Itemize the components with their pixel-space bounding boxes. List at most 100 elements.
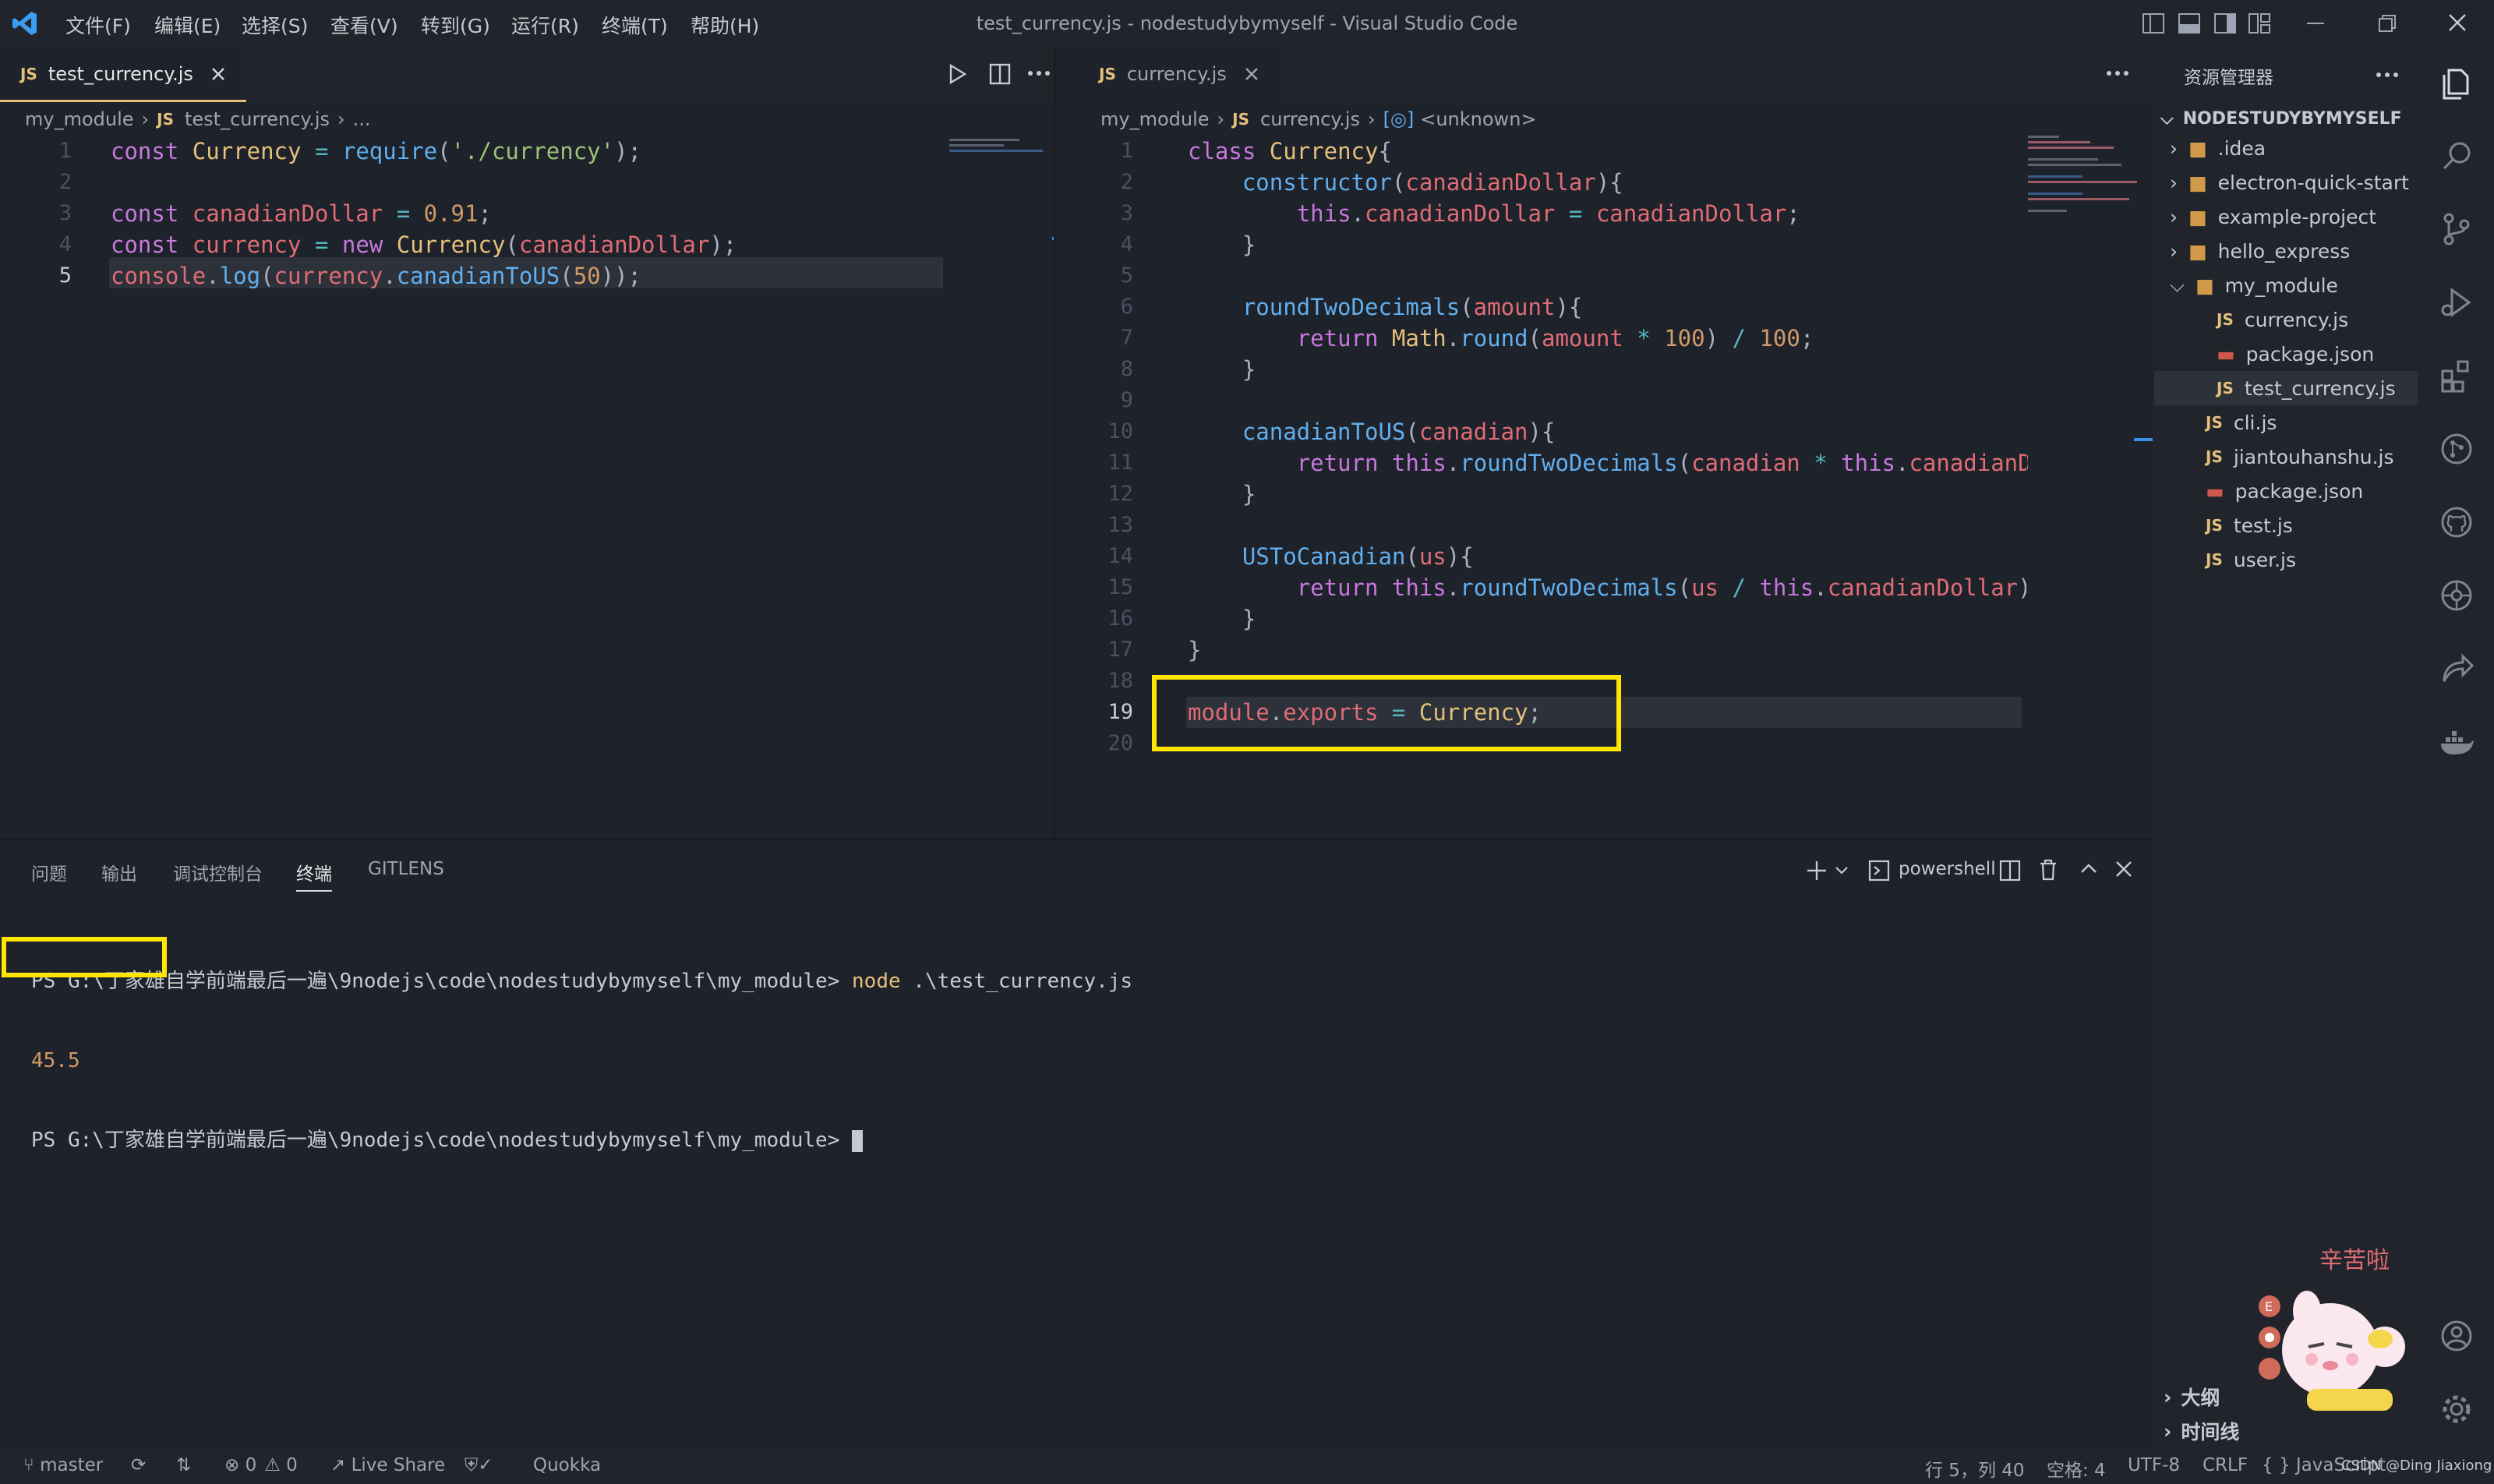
live-share-button[interactable]: ↗ Live Share bbox=[330, 1455, 445, 1475]
tree-item-label: package.json bbox=[2245, 342, 2375, 366]
explorer-more-icon[interactable] bbox=[2376, 70, 2399, 80]
line-number: 4 bbox=[58, 232, 72, 256]
extensions-icon[interactable] bbox=[2438, 357, 2475, 394]
branch-indicator[interactable]: ⑂ master bbox=[23, 1455, 103, 1475]
indentation[interactable]: 空格: 4 bbox=[2047, 1455, 2106, 1482]
github-icon[interactable] bbox=[2438, 504, 2475, 541]
tree-item-currency-js[interactable]: JS currency.js bbox=[2217, 302, 2348, 337]
tree-item-idea[interactable]: › ■ .idea bbox=[2170, 131, 2266, 165]
tab-label: test_currency.js bbox=[48, 63, 193, 85]
toggle-secondary-sidebar-icon[interactable] bbox=[2213, 12, 2237, 34]
breadcrumb-more[interactable]: ... bbox=[353, 108, 371, 130]
toggle-sidebar-icon[interactable] bbox=[2142, 12, 2165, 34]
outline-section[interactable]: › 大纲 bbox=[2164, 1380, 2220, 1414]
chevron-down-icon[interactable] bbox=[1835, 865, 1849, 876]
cursor-position[interactable]: 行 5，列 40 bbox=[1925, 1455, 2025, 1482]
customize-layout-icon[interactable] bbox=[2248, 12, 2271, 34]
account-icon[interactable] bbox=[2438, 1317, 2475, 1355]
tree-item-my-module[interactable]: ⌵ ■ my_module bbox=[2170, 268, 2338, 302]
toggle-panel-icon[interactable] bbox=[2178, 12, 2201, 34]
terminal-command-arg: .\test_currency.js bbox=[900, 970, 1133, 993]
left-minimap[interactable] bbox=[949, 136, 1046, 154]
branch-icon: ⑂ bbox=[23, 1455, 41, 1475]
live-share-icon[interactable] bbox=[2438, 650, 2475, 687]
line-number: 1 bbox=[58, 139, 72, 163]
tab-gitlens[interactable]: GITLENS bbox=[368, 859, 444, 879]
terminal-output[interactable]: PS G:\丁家雄自学前端最后一遍\9nodejs\code\nodestudy… bbox=[31, 915, 1132, 1207]
tree-item-label: package.json bbox=[2234, 479, 2364, 503]
highlight-box-output bbox=[2, 937, 167, 977]
maximize-panel-icon[interactable] bbox=[2079, 860, 2098, 876]
tree-item-example-project[interactable]: › ■ example-project bbox=[2170, 200, 2376, 234]
tree-item-test-js[interactable]: JS test.js bbox=[2206, 508, 2293, 542]
symbol-icon: [◎] bbox=[1383, 108, 1415, 130]
tree-item-label: hello_express bbox=[2217, 239, 2351, 263]
files-icon[interactable] bbox=[2438, 64, 2475, 101]
left-editor-tabbar: JS test_currency.js bbox=[0, 48, 1054, 102]
shell-name[interactable]: powershell bbox=[1899, 859, 1996, 879]
more-actions-icon[interactable] bbox=[2106, 69, 2129, 78]
line-number: 9 bbox=[1120, 388, 1133, 412]
line-number: 3 bbox=[1120, 201, 1133, 225]
line-number: 11 bbox=[1107, 450, 1133, 475]
js-file-icon: JS bbox=[2206, 550, 2223, 569]
trash-icon[interactable] bbox=[2037, 857, 2059, 882]
tab-test-currency[interactable]: JS test_currency.js bbox=[0, 48, 246, 102]
search-icon[interactable] bbox=[2438, 137, 2475, 175]
line-ending[interactable]: CRLF bbox=[2203, 1455, 2248, 1475]
tree-item-hello-express[interactable]: › ■ hello_express bbox=[2170, 234, 2350, 268]
run-file-icon[interactable] bbox=[946, 62, 968, 86]
tree-item-user-js[interactable]: JS user.js bbox=[2206, 542, 2296, 577]
split-terminal-icon[interactable] bbox=[1998, 859, 2022, 882]
tab-problems[interactable]: 问题 bbox=[31, 859, 67, 885]
tree-item-label: .idea bbox=[2217, 136, 2266, 160]
sync-icon[interactable]: ⟳ bbox=[131, 1455, 146, 1475]
folder-icon: ■ bbox=[2195, 274, 2214, 297]
tree-item-package-json[interactable]: ▬ package.json bbox=[2206, 474, 2363, 508]
close-panel-icon[interactable] bbox=[2114, 859, 2134, 879]
title-bar: 文件(F) 编辑(E) 选择(S) 查看(V) 转到(G) 运行(R) 终端(T… bbox=[0, 0, 2494, 48]
right-minimap[interactable] bbox=[2028, 136, 2145, 837]
tab-terminal[interactable]: 终端 bbox=[296, 859, 332, 892]
editor-divider[interactable] bbox=[1054, 48, 1077, 839]
js-file-icon: JS bbox=[157, 110, 174, 129]
close-window-icon[interactable] bbox=[2446, 11, 2469, 34]
docker-icon[interactable] bbox=[2438, 723, 2475, 761]
settings-gear-icon[interactable] bbox=[2438, 1390, 2475, 1428]
new-terminal-icon[interactable] bbox=[1805, 859, 1828, 882]
close-tab-icon[interactable] bbox=[1244, 66, 1259, 82]
timeline-section[interactable]: › 时间线 bbox=[2164, 1414, 2239, 1448]
warning-icon: ⚠ bbox=[264, 1455, 287, 1475]
restore-icon[interactable] bbox=[2376, 12, 2399, 34]
tree-item-cli-js[interactable]: JS cli.js bbox=[2206, 405, 2277, 440]
breadcrumb-file[interactable]: test_currency.js bbox=[185, 108, 330, 130]
tab-debug-console[interactable]: 调试控制台 bbox=[173, 859, 263, 885]
close-tab-icon[interactable] bbox=[210, 66, 226, 82]
encoding[interactable]: UTF-8 bbox=[2128, 1455, 2180, 1475]
quokka-button[interactable]: Quokka bbox=[533, 1455, 601, 1475]
breadcrumb-file[interactable]: currency.js bbox=[1260, 108, 1360, 130]
git-graph-icon[interactable] bbox=[2438, 430, 2475, 468]
tree-item-electron-quick-start[interactable]: › ■ electron-quick-start bbox=[2170, 165, 2409, 200]
breadcrumb-symbol[interactable]: <unknown> bbox=[1420, 108, 1536, 130]
more-actions-icon[interactable] bbox=[1027, 69, 1051, 78]
left-code-editor[interactable]: 1 2 3 4 5 const Currency = require('./curren… bbox=[0, 136, 1076, 837]
right-editor-tabbar: JS currency.js bbox=[1079, 48, 2153, 100]
minimize-icon[interactable] bbox=[2304, 12, 2327, 34]
source-control-icon[interactable] bbox=[2438, 210, 2475, 248]
tab-output[interactable]: 输出 bbox=[101, 859, 137, 885]
breadcrumb-folder[interactable]: my_module bbox=[1100, 108, 1210, 130]
tab-currency[interactable]: JS currency.js bbox=[1079, 48, 1280, 100]
terminal-line-3: PS G:\丁家雄自学前端最后一遍\9nodejs\code\nodestudy… bbox=[31, 1127, 1132, 1154]
tree-item-jiantouhanshu-js[interactable]: JS jiantouhanshu.js bbox=[2206, 440, 2394, 474]
run-debug-icon[interactable] bbox=[2438, 284, 2475, 321]
kubernetes-icon[interactable] bbox=[2438, 577, 2475, 614]
problems-indicator[interactable]: ⊗ 0 ⚠ 0 bbox=[224, 1455, 298, 1475]
tree-item-package-json[interactable]: ▬ package.json bbox=[2217, 337, 2374, 371]
shield-check-icon[interactable]: ⛨✓ bbox=[465, 1455, 493, 1475]
split-editor-icon[interactable] bbox=[988, 62, 1012, 86]
breadcrumb-folder[interactable]: my_module bbox=[25, 108, 134, 130]
tree-item-label: currency.js bbox=[2244, 308, 2349, 331]
git-compare-icon[interactable]: ⇅ bbox=[176, 1455, 191, 1475]
tree-item-test-currency-js[interactable]: JS test_currency.js bbox=[2217, 371, 2396, 405]
